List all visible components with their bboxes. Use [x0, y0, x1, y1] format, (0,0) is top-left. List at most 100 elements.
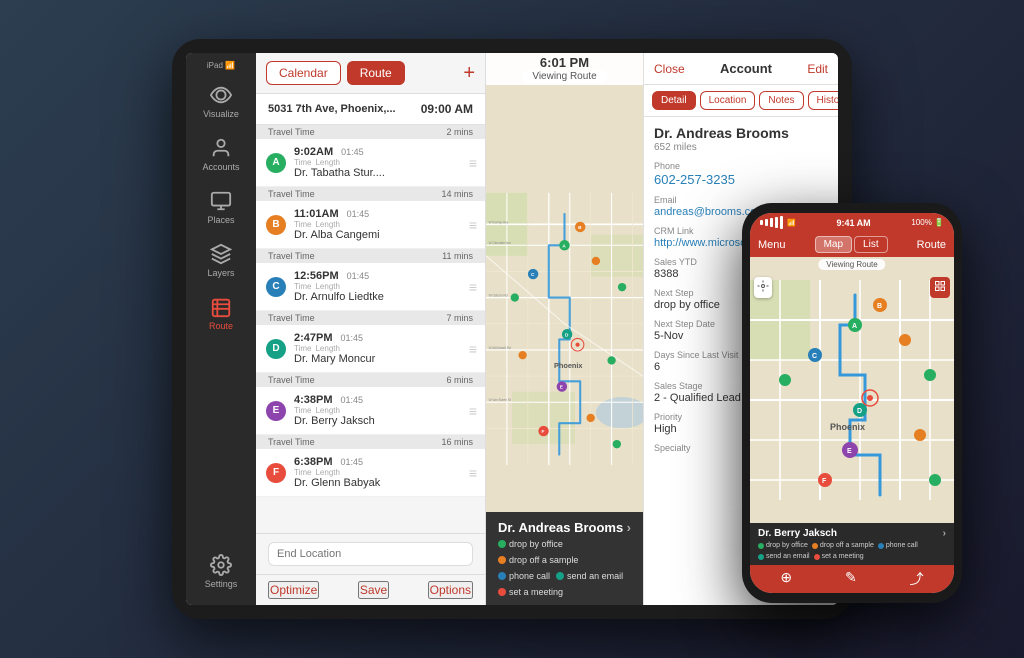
sidebar-label-route: Route	[209, 321, 233, 331]
svg-text:E: E	[560, 385, 563, 390]
end-location-input[interactable]	[268, 542, 473, 566]
save-button[interactable]: Save	[358, 581, 389, 599]
travel-time-e: Travel Time 6 mins	[256, 373, 485, 387]
legend-drop-office: drop by office	[498, 539, 563, 549]
iphone-edit-button[interactable]: ✎	[845, 569, 857, 589]
iphone-legend-office: drop by office	[758, 542, 808, 549]
iphone-dot-teal	[758, 554, 764, 560]
stop-info-c: 12:56PM 01:45 TimeLength Dr. Arnulfo Lie…	[294, 270, 461, 303]
iphone-viewing-route-label: Viewing Route	[818, 259, 885, 270]
tab-detail[interactable]: Detail	[652, 91, 696, 110]
iphone-device: 📶 9:41 AM 100% 🔋 Menu Map List Route	[742, 203, 962, 603]
add-stop-button[interactable]: +	[463, 62, 475, 85]
map-doctor-name[interactable]: Dr. Andreas Brooms ›	[498, 520, 631, 535]
detail-tabs: Detail Location Notes History	[644, 85, 838, 117]
options-button[interactable]: Options	[428, 581, 473, 599]
svg-text:A: A	[562, 243, 566, 248]
svg-text:C: C	[531, 272, 535, 277]
svg-text:D: D	[565, 332, 569, 337]
svg-text:W Glendale Ave: W Glendale Ave	[489, 241, 512, 245]
iphone-navbar: Menu Map List Route	[750, 232, 954, 257]
iphone-menu-button[interactable]: Menu	[758, 239, 786, 251]
stop-length-b: 01:45	[347, 209, 370, 219]
map-background: Phoenix W Dunlap Ave W Glendale Ave W Os…	[486, 53, 643, 605]
map-topbar: 6:01 PM Viewing Route	[486, 53, 643, 85]
map-chevron-icon: ›	[627, 520, 631, 535]
stop-row-f[interactable]: F 6:38PM 01:45 TimeLength Dr. Glenn Baby…	[256, 449, 485, 497]
legend-dot-green	[498, 540, 506, 548]
svg-text:F: F	[822, 478, 827, 485]
sidebar-label-settings: Settings	[205, 579, 238, 589]
sidebar-item-route[interactable]: Route	[186, 288, 256, 339]
stop-labels-f: TimeLength	[294, 468, 461, 477]
stop-info-a: 9:02AM 01:45 TimeLength Dr. Tabatha Stur…	[294, 146, 461, 179]
tab-location[interactable]: Location	[700, 91, 756, 110]
signal-bar-5	[780, 216, 783, 229]
sidebar: iPad 📶 Visualize Accounts Places Layers …	[186, 53, 256, 605]
stop-name-d: Dr. Mary Moncur	[294, 353, 461, 365]
tab-calendar[interactable]: Calendar	[266, 61, 341, 85]
iphone-location-button[interactable]	[754, 277, 772, 298]
sidebar-item-layers[interactable]: Layers	[186, 235, 256, 286]
travel-time-a: Travel Time 2 mins	[256, 125, 485, 139]
stop-row-b[interactable]: B 11:01AM 01:45 TimeLength Dr. Alba Cang…	[256, 201, 485, 249]
iphone-add-button[interactable]: ⊕	[780, 569, 792, 589]
sidebar-item-places[interactable]: Places	[186, 182, 256, 233]
signal-bar-3	[770, 218, 773, 227]
tab-history[interactable]: History	[808, 91, 838, 110]
iphone-share-button[interactable]: ⤴	[910, 569, 924, 589]
stop-row-e[interactable]: E 4:38PM 01:45 TimeLength Dr. Berry Jaks…	[256, 387, 485, 435]
sidebar-item-settings[interactable]: Settings	[201, 546, 242, 597]
svg-text:W Dunlap Ave: W Dunlap Ave	[489, 220, 509, 224]
stop-name-f: Dr. Glenn Babyak	[294, 477, 461, 489]
end-location-section	[256, 533, 485, 574]
start-location: 5031 7th Ave, Phoenix,... 09:00 AM	[256, 94, 485, 125]
iphone-tab-map[interactable]: Map	[815, 236, 852, 253]
optimize-button[interactable]: Optimize	[268, 581, 319, 599]
field-phone: Phone 602-257-3235	[654, 161, 828, 187]
edit-button[interactable]: Edit	[807, 62, 828, 76]
stop-row-d[interactable]: D 2:47PM 01:45 TimeLength Dr. Mary Moncu…	[256, 325, 485, 373]
iphone-dot-red	[814, 554, 820, 560]
iphone-route-button[interactable]: Route	[917, 239, 946, 251]
iphone-signal: 📶	[760, 216, 796, 229]
stop-time-d: 2:47PM	[294, 332, 333, 344]
stop-marker-c: C	[266, 277, 286, 297]
iphone-legend-phone: phone call	[878, 542, 918, 549]
stop-handle-d: ≡	[469, 341, 477, 357]
doctor-name: Dr. Andreas Brooms	[654, 125, 828, 141]
tab-route[interactable]: Route	[347, 61, 405, 85]
value-phone[interactable]: 602-257-3235	[654, 172, 828, 187]
stop-time-e: 4:38PM	[294, 394, 333, 406]
iphone-time: 9:41 AM	[836, 218, 870, 228]
stop-marker-d: D	[266, 339, 286, 359]
travel-time-d: Travel Time 7 mins	[256, 311, 485, 325]
iphone-doctor-name[interactable]: Dr. Berry Jaksch ›	[758, 528, 946, 539]
ipad-screen: iPad 📶 Visualize Accounts Places Layers …	[186, 53, 838, 605]
stop-labels-b: TimeLength	[294, 220, 461, 229]
iphone-legend-email: send an email	[758, 553, 810, 560]
tab-notes[interactable]: Notes	[759, 91, 803, 110]
legend-dot-red	[498, 588, 506, 596]
stop-row-a[interactable]: A 9:02AM 01:45 TimeLength Dr. Tabatha St…	[256, 139, 485, 187]
signal-bar-1	[760, 220, 763, 225]
doctor-miles: 652 miles	[654, 142, 828, 153]
signal-bar-4	[775, 217, 778, 228]
iphone-map: A B C D E F Phoen	[750, 257, 954, 523]
stop-info-b: 11:01AM 01:45 TimeLength Dr. Alba Cangem…	[294, 208, 461, 241]
sidebar-item-visualize[interactable]: Visualize	[186, 76, 256, 127]
iphone-tab-list[interactable]: List	[854, 236, 888, 253]
iphone-grid-button[interactable]	[930, 277, 950, 298]
stop-marker-a: A	[266, 153, 286, 173]
stop-row-c[interactable]: C 12:56PM 01:45 TimeLength Dr. Arnulfo L…	[256, 263, 485, 311]
svg-text:D: D	[857, 408, 862, 415]
map-bottom-bar: Dr. Andreas Brooms › drop by office drop…	[486, 512, 643, 605]
travel-time-val-a: 2 mins	[446, 127, 473, 137]
sidebar-label-visualize: Visualize	[203, 109, 239, 119]
iphone-nav-tabs: Map List	[815, 236, 888, 253]
ipad-status: iPad 📶	[207, 61, 235, 70]
stop-handle-a: ≡	[469, 155, 477, 171]
travel-time-f: Travel Time 16 mins	[256, 435, 485, 449]
sidebar-item-accounts[interactable]: Accounts	[186, 129, 256, 180]
close-button[interactable]: Close	[654, 62, 685, 76]
